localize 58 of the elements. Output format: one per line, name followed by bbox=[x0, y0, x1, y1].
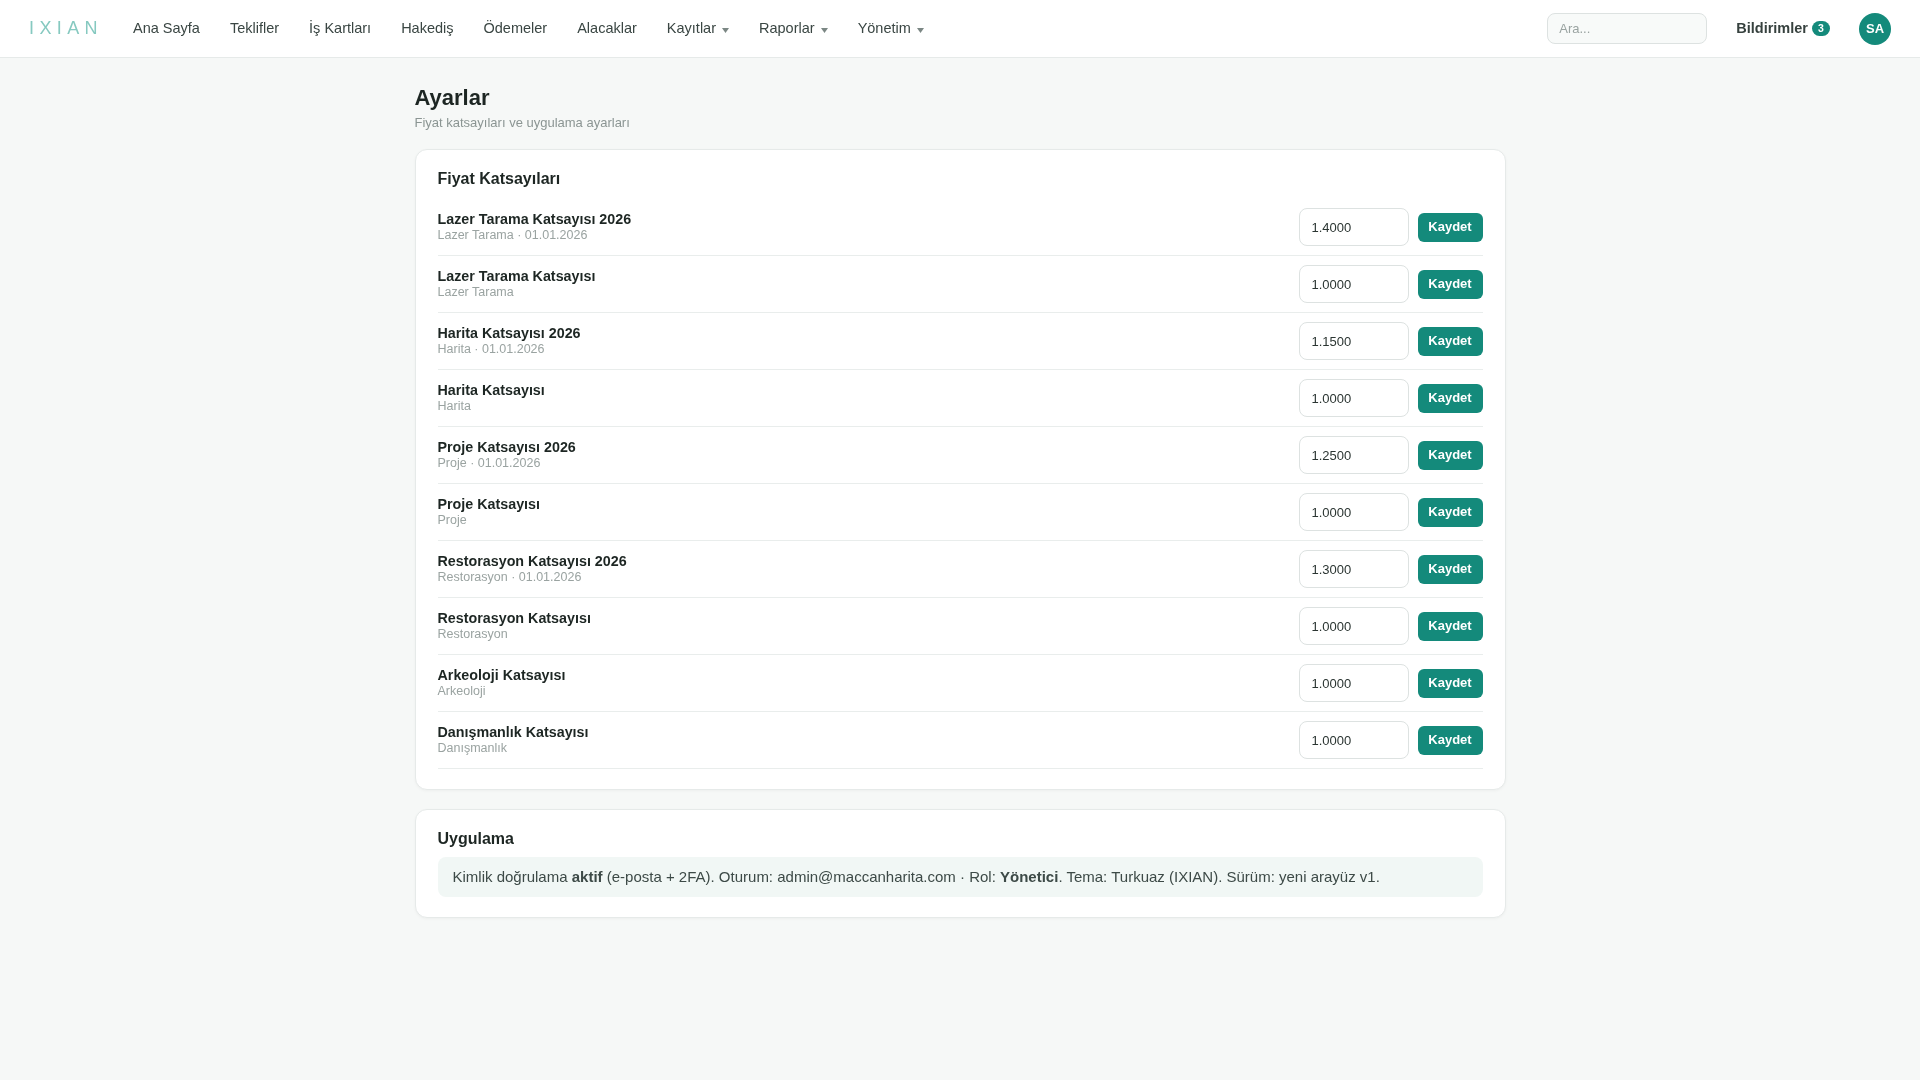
save-button[interactable]: Kaydet bbox=[1417, 725, 1483, 755]
save-button[interactable]: Kaydet bbox=[1417, 383, 1483, 413]
coefficient-detail: Lazer Tarama · 01.01.2026 bbox=[437, 228, 589, 243]
nav-link[interactable]: Ödemeler bbox=[483, 17, 548, 40]
nav-link[interactable]: Kayıtlar bbox=[666, 17, 729, 40]
coefficient-name: Harita Katsayısı 2026 bbox=[437, 325, 581, 342]
save-button[interactable]: Kaydet bbox=[1417, 668, 1483, 698]
coefficient-input[interactable]: 1.0000 bbox=[1298, 379, 1409, 417]
save-button[interactable]: Kaydet bbox=[1417, 440, 1483, 470]
coefficient-name: Harita Katsayısı bbox=[437, 382, 545, 399]
coefficient-name: Arkeoloji Katsayısı bbox=[437, 667, 566, 684]
coefficient-name: Restorasyon Katsayısı bbox=[437, 610, 591, 627]
nav-link[interactable]: Ana Sayfa bbox=[133, 17, 200, 40]
coefficient-detail: Restorasyon · 01.01.2026 bbox=[437, 570, 583, 585]
coefficient-name: Lazer Tarama Katsayısı 2026 bbox=[437, 211, 632, 228]
save-button[interactable]: Kaydet bbox=[1417, 611, 1483, 641]
info-message: Kimlik doğrulama aktif (e-posta + 2FA). Oturum: admin@maccanharita.com · Rol: Yönetici. Tema: Turkuaz (IXIAN). Sürüm: yeni arayüz v1. bbox=[437, 857, 1483, 897]
coefficient-input[interactable]: 1.2500 bbox=[1298, 436, 1409, 474]
save-button[interactable]: Kaydet bbox=[1417, 269, 1483, 299]
nav-link[interactable]: İş Kartları bbox=[309, 17, 372, 40]
coefficient-detail: Arkeoloji bbox=[437, 684, 487, 699]
coefficient-input[interactable]: 1.0000 bbox=[1298, 721, 1409, 759]
coefficient-detail: Harita bbox=[437, 399, 472, 414]
save-button[interactable]: Kaydet bbox=[1417, 554, 1483, 584]
nav-link[interactable]: Yönetim bbox=[857, 17, 924, 40]
coefficient-name: Danışmanlık Katsayısı bbox=[437, 724, 589, 741]
coefficient-name: Lazer Tarama Katsayısı bbox=[437, 268, 596, 285]
coefficient-detail: Harita · 01.01.2026 bbox=[437, 342, 546, 357]
save-button[interactable]: Kaydet bbox=[1417, 497, 1483, 527]
coefficient-input[interactable]: 1.4000 bbox=[1298, 208, 1409, 246]
coefficient-detail: Proje · 01.01.2026 bbox=[437, 456, 542, 471]
notifications-button[interactable]: Bildirimler 3 bbox=[1736, 17, 1830, 40]
nav-link[interactable]: Raporlar bbox=[759, 17, 828, 40]
save-button[interactable]: Kaydet bbox=[1417, 212, 1483, 242]
save-button[interactable]: Kaydet bbox=[1417, 326, 1483, 356]
coefficient-input[interactable]: 1.0000 bbox=[1298, 607, 1409, 645]
page-title: Ayarlar bbox=[414, 85, 491, 111]
nav-link[interactable]: Alacaklar bbox=[577, 17, 637, 40]
user-avatar[interactable]: SA bbox=[1859, 12, 1891, 45]
coefficient-name: Proje Katsayısı 2026 bbox=[437, 439, 576, 456]
coefficient-name: Proje Katsayısı bbox=[437, 496, 540, 513]
search-field[interactable]: Ara... bbox=[1547, 13, 1708, 44]
coefficient-input[interactable]: 1.0000 bbox=[1298, 265, 1409, 303]
page-subtitle: Fiyat katsayıları ve uygulama ayarları bbox=[414, 115, 631, 131]
coefficient-detail: Lazer Tarama bbox=[437, 285, 515, 300]
coefficient-input[interactable]: 1.0000 bbox=[1298, 493, 1409, 531]
nav-link[interactable]: Hakediş bbox=[401, 17, 454, 40]
coefficient-detail: Restorasyon bbox=[437, 627, 509, 642]
card-title: Fiyat Katsayıları bbox=[437, 169, 562, 189]
coefficient-name: Restorasyon Katsayısı 2026 bbox=[437, 553, 627, 570]
nav-link[interactable]: Teklifler bbox=[229, 17, 280, 40]
coefficient-input[interactable]: 1.1500 bbox=[1298, 322, 1409, 360]
notification-count-badge: 3 bbox=[1812, 21, 1830, 36]
coefficient-input[interactable]: 1.0000 bbox=[1298, 664, 1409, 702]
coefficient-detail: Proje bbox=[437, 513, 468, 528]
coefficient-input[interactable]: 1.3000 bbox=[1298, 550, 1409, 588]
card-title: Uygulama bbox=[437, 829, 515, 849]
coefficient-detail: Danışmanlık bbox=[437, 741, 508, 756]
